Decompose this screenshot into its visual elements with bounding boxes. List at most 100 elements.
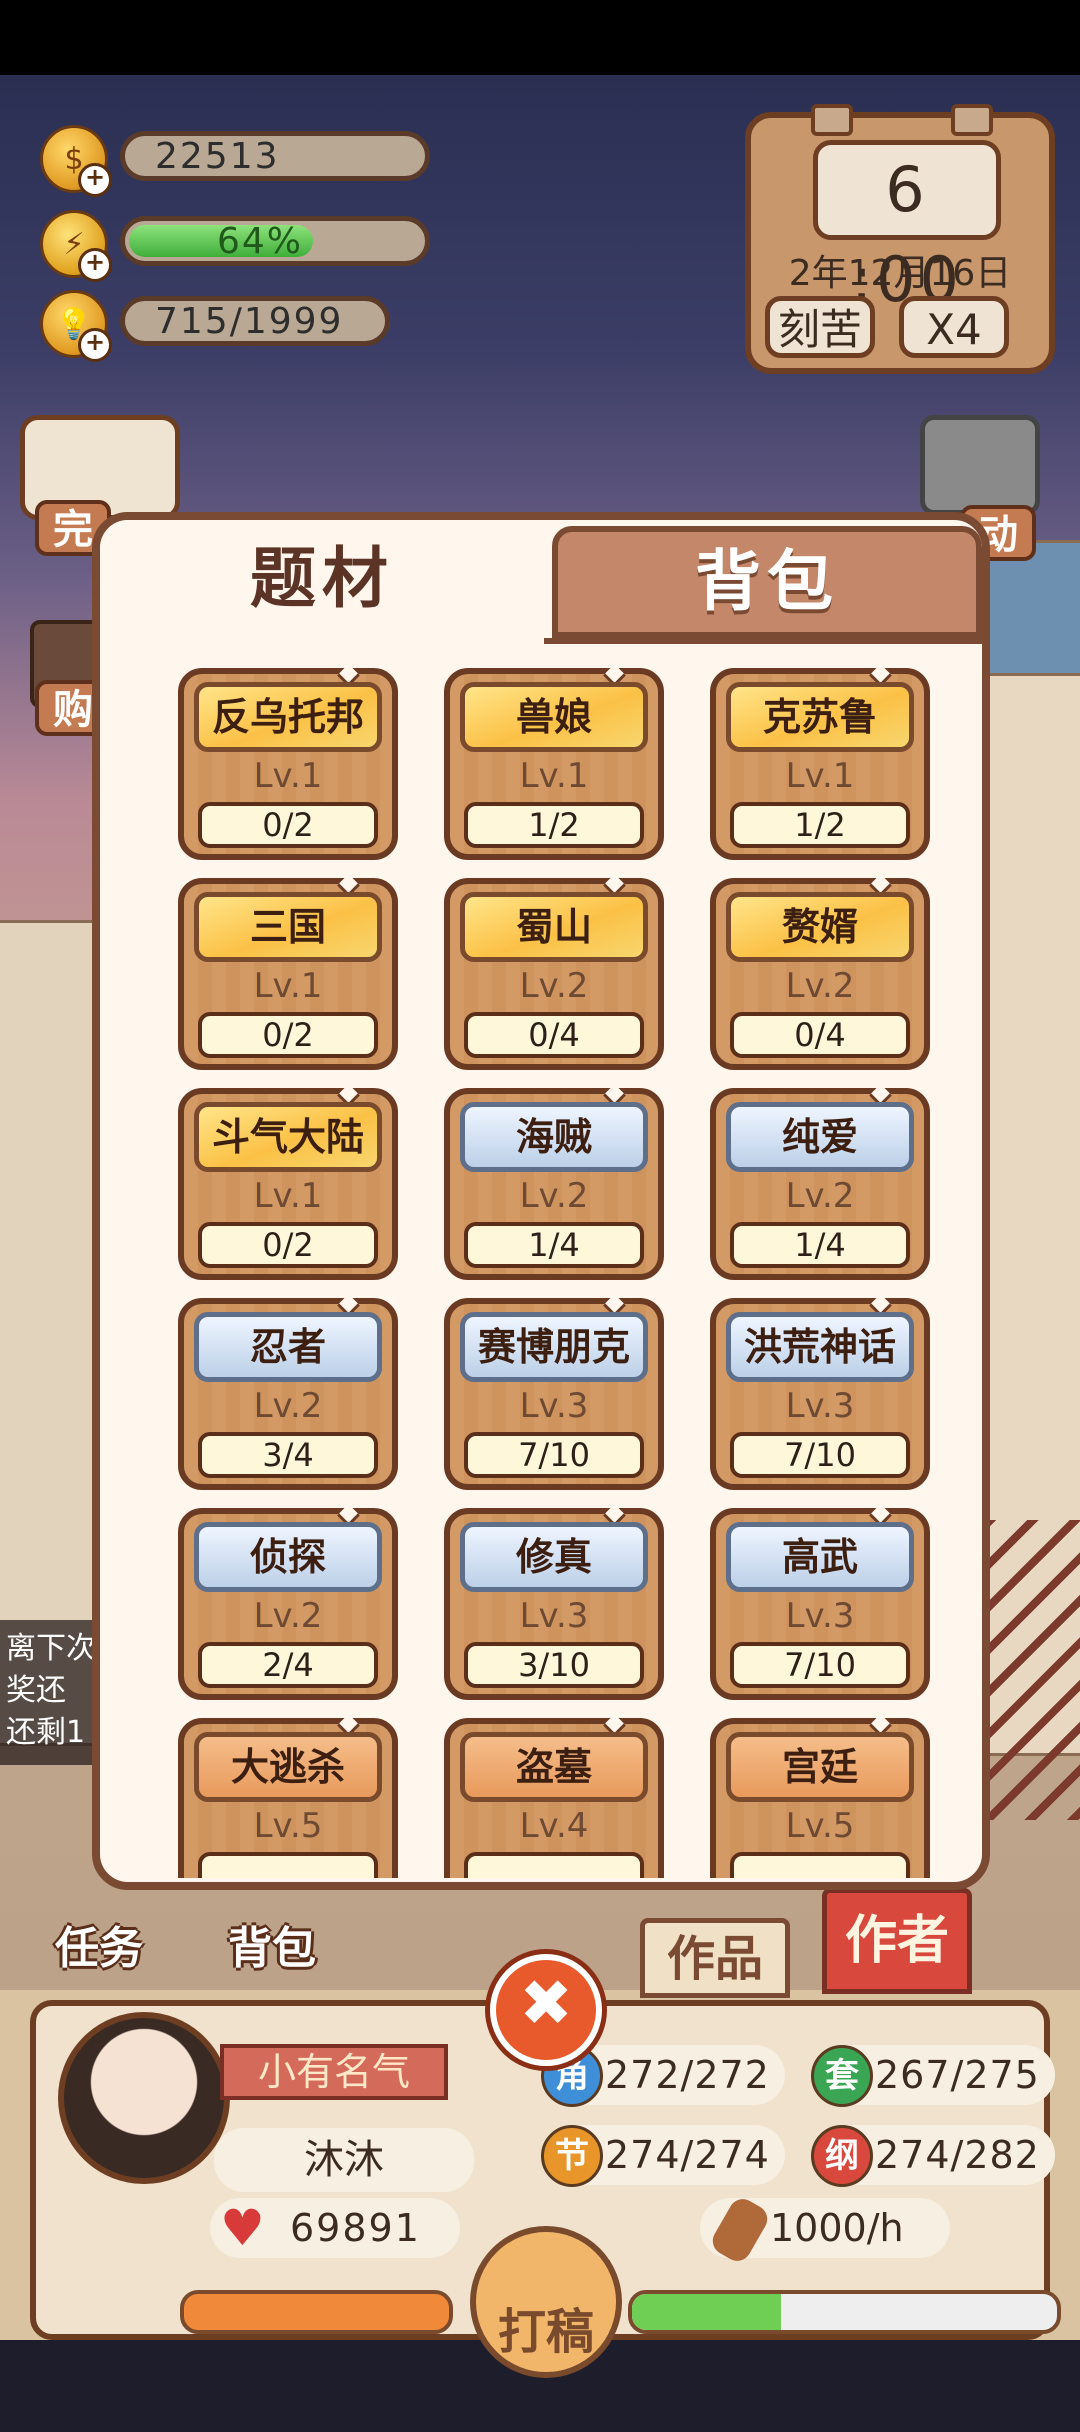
player-name: 沐沐 [214, 2128, 474, 2192]
genre-progress: 1/2 [464, 802, 644, 848]
genre-progress: 0/2 [198, 802, 378, 848]
genre-card[interactable]: 盗墓 Lv.4 [444, 1714, 664, 1878]
genre-level: Lv.4 [519, 1806, 589, 1846]
tab-divider [544, 638, 982, 644]
author-tab[interactable]: 作者 [822, 1888, 972, 1994]
title-badge: 小有名气 [220, 2044, 448, 2100]
genre-modal: 题材 背包 反乌托邦 Lv.1 0/2 兽娘 Lv.1 1/2 克苏鲁 Lv.1 1/2 三国 Lv… [92, 512, 990, 1890]
genre-name: 兽娘 [460, 682, 648, 752]
energy-row[interactable]: ⚡ + 64% [40, 210, 440, 282]
genre-progress: 7/10 [730, 1432, 910, 1478]
genre-progress: 0/2 [198, 1012, 378, 1058]
clock-date: 2年12月16日 [788, 253, 1012, 294]
stat-character: 角 272/272 [541, 2045, 785, 2107]
genre-card[interactable]: 斗气大陆 Lv.1 0/2 [178, 1084, 398, 1280]
genre-level: Lv.2 [785, 966, 855, 1006]
plus-icon[interactable]: + [78, 248, 112, 282]
genre-level: Lv.1 [253, 966, 323, 1006]
genre-card[interactable]: 修真 Lv.3 3/10 [444, 1504, 664, 1700]
ideas-row[interactable]: 💡 + 715/1999 [40, 290, 440, 362]
plus-icon[interactable]: + [78, 163, 112, 197]
draft-button[interactable]: 打稿 [470, 2226, 622, 2378]
genre-card[interactable]: 侦探 Lv.2 2/4 [178, 1504, 398, 1700]
stat-value: 267/275 [875, 2053, 1040, 2097]
genre-level: Lv.5 [253, 1806, 323, 1846]
genre-grid: 反乌托邦 Lv.1 0/2 兽娘 Lv.1 1/2 克苏鲁 Lv.1 1/2 三国 Lv.1 0/2 蜀… [178, 668, 938, 1878]
close-button[interactable]: ✖ [490, 1954, 602, 2066]
genre-name: 高武 [726, 1522, 914, 1592]
works-tab[interactable]: 作品 [640, 1918, 790, 1998]
genre-card[interactable]: 蜀山 Lv.2 0/4 [444, 874, 664, 1070]
genre-progress: 3/4 [198, 1432, 378, 1478]
genre-card[interactable]: 宫廷 Lv.5 [710, 1714, 930, 1878]
genre-card[interactable]: 三国 Lv.1 0/2 [178, 874, 398, 1070]
genre-name: 三国 [194, 892, 382, 962]
genre-progress [198, 1852, 378, 1878]
genre-card[interactable]: 忍者 Lv.2 3/4 [178, 1294, 398, 1490]
genre-card[interactable]: 赛博朋克 Lv.3 7/10 [444, 1294, 664, 1490]
left-progress-bar [180, 2290, 453, 2334]
outline-icon: 纲 [811, 2125, 873, 2187]
genre-card[interactable]: 克苏鲁 Lv.1 1/2 [710, 668, 930, 860]
plot-icon: 节 [541, 2125, 603, 2187]
genre-name: 海贼 [460, 1102, 648, 1172]
genre-card[interactable]: 兽娘 Lv.1 1/2 [444, 668, 664, 860]
genre-name: 侦探 [194, 1522, 382, 1592]
genre-level: Lv.2 [519, 1176, 589, 1216]
avatar[interactable] [58, 2012, 230, 2184]
genre-progress: 3/10 [464, 1642, 644, 1688]
genre-card[interactable]: 纯爱 Lv.2 1/4 [710, 1084, 930, 1280]
routine-icon: 套 [811, 2045, 873, 2107]
genre-name: 反乌托邦 [194, 682, 382, 752]
bag-button[interactable]: 背包 [228, 1912, 316, 1976]
genre-level: Lv.5 [785, 1806, 855, 1846]
genre-level: Lv.3 [785, 1386, 855, 1426]
genre-name: 宫廷 [726, 1732, 914, 1802]
clock-panel: 6 :00 2年12月16日 刻苦 X4 [745, 104, 1055, 374]
stat-routine: 套 267/275 [811, 2045, 1055, 2107]
genre-name: 忍者 [194, 1312, 382, 1382]
genre-name: 赘婿 [726, 892, 914, 962]
tasks-button[interactable]: 任务 [55, 1912, 143, 1976]
genre-level: Lv.1 [519, 756, 589, 796]
genre-card[interactable]: 赘婿 Lv.2 0/4 [710, 874, 930, 1070]
genre-name: 赛博朋克 [460, 1312, 648, 1382]
genre-card[interactable]: 洪荒神话 Lv.3 7/10 [710, 1294, 930, 1490]
energy-bar: 64% [120, 216, 430, 266]
clock-knob [811, 104, 853, 136]
stat-plot: 节 274/274 [541, 2125, 785, 2187]
stat-value: 274/282 [875, 2133, 1040, 2177]
speed-button[interactable]: X4 [899, 296, 1009, 358]
income-rate: 1000/h [700, 2194, 950, 2266]
genre-level: Lv.2 [785, 1176, 855, 1216]
clock-time: 6 :00 [813, 140, 1001, 316]
rate-value: 1000/h [770, 2206, 904, 2250]
stat-value: 274/274 [605, 2133, 770, 2177]
genre-name: 蜀山 [460, 892, 648, 962]
likes-row: ♥ 69891 [210, 2198, 460, 2258]
tab-bag[interactable]: 背包 [552, 526, 982, 638]
genre-name: 纯爱 [726, 1102, 914, 1172]
plus-icon[interactable]: + [78, 328, 112, 362]
genre-progress: 7/10 [464, 1432, 644, 1478]
genre-name: 大逃杀 [194, 1732, 382, 1802]
genre-card[interactable]: 反乌托邦 Lv.1 0/2 [178, 668, 398, 860]
ideas-value: 715/1999 [120, 296, 390, 346]
genre-card[interactable]: 大逃杀 Lv.5 [178, 1714, 398, 1878]
genre-card[interactable]: 高武 Lv.3 7/10 [710, 1504, 930, 1700]
genre-name: 盗墓 [460, 1732, 648, 1802]
genre-level: Lv.2 [253, 1386, 323, 1426]
tab-genre[interactable]: 题材 [100, 520, 544, 638]
coins-row[interactable]: $ + 22513 [40, 125, 440, 197]
genre-card[interactable]: 海贼 Lv.2 1/4 [444, 1084, 664, 1280]
likes-value: 69891 [290, 2206, 421, 2250]
genre-name: 斗气大陆 [194, 1102, 382, 1172]
coins-value: 22513 [120, 131, 430, 181]
controller-icon[interactable] [920, 415, 1040, 515]
genre-name: 修真 [460, 1522, 648, 1592]
mode-button[interactable]: 刻苦 [765, 296, 875, 358]
genre-progress: 2/4 [198, 1642, 378, 1688]
genre-level: Lv.1 [785, 756, 855, 796]
genre-progress: 0/2 [198, 1222, 378, 1268]
genre-level: Lv.2 [253, 1596, 323, 1636]
